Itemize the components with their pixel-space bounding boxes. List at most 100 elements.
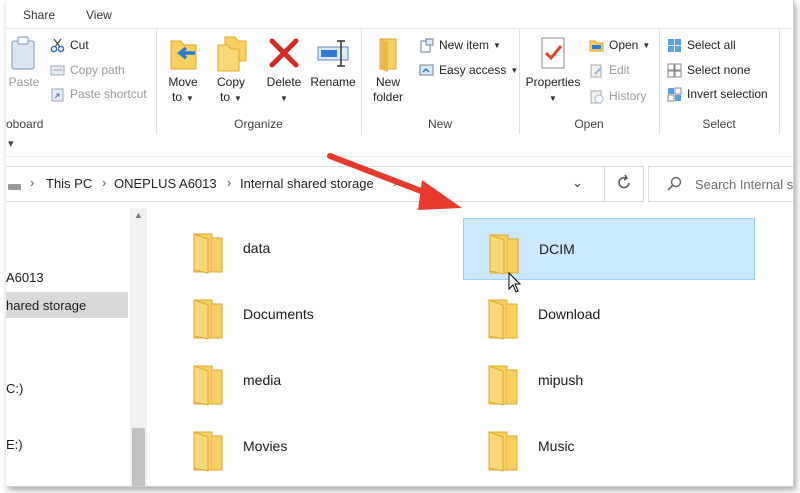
nav-item-shared-storage[interactable]: hared storage bbox=[6, 298, 86, 313]
folder-icon bbox=[190, 230, 226, 274]
folder-item[interactable]: Download bbox=[463, 284, 753, 344]
nav-scrollbar[interactable]: ▲ bbox=[130, 208, 147, 486]
search-icon bbox=[667, 176, 682, 194]
folder-name: Movies bbox=[243, 438, 288, 454]
paste-button[interactable]: Paste bbox=[6, 35, 42, 90]
nav-item-device[interactable]: A6013 bbox=[6, 270, 44, 285]
tab-view[interactable]: View bbox=[86, 8, 112, 22]
open-dropdown-icon: ▼ bbox=[642, 40, 651, 50]
rename-button[interactable]: Rename bbox=[308, 35, 358, 90]
paste-shortcut-label: Paste shortcut bbox=[70, 87, 147, 101]
copy-path-label: Copy path bbox=[70, 63, 125, 77]
move-to-button[interactable]: Move to ▼ bbox=[162, 35, 204, 106]
breadcrumb-separator-icon: › bbox=[102, 175, 107, 190]
copy-path-button[interactable]: Copy path bbox=[50, 60, 125, 80]
new-item-dropdown-icon: ▼ bbox=[493, 40, 501, 50]
copy-path-icon bbox=[50, 63, 65, 78]
scroll-thumb[interactable] bbox=[132, 428, 145, 486]
rename-label: Rename bbox=[310, 75, 356, 89]
select-none-button[interactable]: Select none bbox=[667, 60, 750, 80]
folder-item[interactable]: Movies bbox=[168, 416, 458, 476]
address-bar[interactable]: › This PC › ONEPLUS A6013 › Internal sha… bbox=[6, 166, 637, 202]
properties-button[interactable]: Properties ▼ bbox=[523, 35, 583, 106]
properties-label: Properties bbox=[525, 75, 581, 89]
breadcrumb-device[interactable]: ONEPLUS A6013 bbox=[114, 176, 217, 191]
folder-item[interactable]: data bbox=[168, 218, 458, 278]
breadcrumb-this-pc[interactable]: This PC bbox=[46, 176, 92, 191]
address-history-chevron-icon[interactable]: ⌄ bbox=[572, 175, 583, 191]
folder-icon bbox=[485, 428, 521, 472]
new-folder-label: New bbox=[375, 75, 400, 89]
rename-icon bbox=[315, 35, 351, 73]
device-icon bbox=[8, 180, 22, 194]
file-grid: data DCIM Documents Download media mipus… bbox=[148, 208, 793, 486]
new-group-label: New bbox=[427, 117, 452, 131]
folder-icon bbox=[486, 231, 522, 275]
navigation-pane bbox=[6, 208, 128, 486]
history-icon bbox=[589, 89, 604, 104]
move-to-icon bbox=[165, 35, 201, 73]
select-all-button[interactable]: Select all bbox=[667, 35, 736, 55]
new-item-button[interactable]: New item ▼ bbox=[419, 35, 501, 55]
folder-item[interactable]: mipush bbox=[463, 350, 753, 410]
ribbon: Paste Cut Copy path Paste shortcut oboar… bbox=[6, 28, 793, 135]
select-all-icon bbox=[667, 38, 682, 53]
easy-access-dropdown-icon: ▼ bbox=[510, 65, 519, 75]
quick-access-row: ▾ bbox=[6, 134, 793, 157]
history-button[interactable]: History bbox=[589, 86, 646, 106]
select-none-icon bbox=[667, 63, 682, 78]
refresh-icon bbox=[616, 174, 632, 195]
open-group: Properties ▼ Open ▼ Edit History Open bbox=[519, 29, 660, 134]
clipboard-group-label: oboard bbox=[6, 117, 44, 131]
delete-button[interactable]: Delete ▼ bbox=[262, 35, 306, 106]
folder-icon bbox=[190, 428, 226, 472]
folder-item[interactable]: Documents bbox=[168, 284, 458, 344]
easy-access-button[interactable]: Easy access ▼ bbox=[419, 60, 518, 80]
quick-access-toggle-icon[interactable]: ▾ bbox=[8, 137, 14, 150]
folder-item[interactable]: Music bbox=[463, 416, 753, 476]
edit-button[interactable]: Edit bbox=[589, 60, 630, 80]
ribbon-tabs: Share View bbox=[6, 0, 793, 28]
folder-item[interactable]: media bbox=[168, 350, 458, 410]
folder-item[interactable]: DCIM bbox=[463, 218, 755, 280]
nav-item-drive-e[interactable]: E:) bbox=[6, 437, 23, 452]
refresh-button[interactable] bbox=[604, 166, 644, 202]
search-box[interactable]: Search Internal s bbox=[648, 166, 793, 202]
paste-icon bbox=[6, 35, 42, 73]
properties-icon bbox=[535, 35, 571, 73]
select-none-label: Select none bbox=[687, 63, 751, 77]
tab-share[interactable]: Share bbox=[23, 8, 55, 22]
easy-access-label: Easy access bbox=[439, 63, 507, 77]
cut-button[interactable]: Cut bbox=[50, 35, 89, 55]
new-folder-button[interactable]: New folder bbox=[367, 35, 409, 105]
move-to-label: Move bbox=[168, 75, 198, 89]
move-to-dropdown-icon: ▼ bbox=[186, 94, 194, 103]
open-button[interactable]: Open ▼ bbox=[589, 35, 650, 55]
folder-name: Documents bbox=[243, 306, 314, 322]
folder-name: data bbox=[243, 240, 271, 256]
easy-access-icon bbox=[419, 63, 434, 78]
delete-x-icon bbox=[266, 35, 302, 73]
select-all-label: Select all bbox=[687, 38, 736, 52]
properties-dropdown-icon: ▼ bbox=[549, 94, 557, 103]
paste-shortcut-button[interactable]: Paste shortcut bbox=[50, 84, 147, 104]
nav-item-drive-c[interactable]: C:) bbox=[6, 381, 23, 396]
folder-name: Download bbox=[538, 306, 601, 322]
paste-shortcut-icon bbox=[50, 87, 65, 102]
copy-to-label: Copy bbox=[216, 75, 245, 89]
copy-to-sub: to bbox=[220, 90, 231, 104]
folder-icon bbox=[190, 362, 226, 406]
new-item-label: New item bbox=[439, 38, 490, 52]
select-group: Select all Select none Invert selection … bbox=[659, 29, 780, 134]
scroll-up-icon[interactable]: ▲ bbox=[134, 210, 143, 220]
breadcrumb-internal-storage[interactable]: Internal shared storage bbox=[240, 176, 374, 191]
breadcrumb-separator-icon: › bbox=[227, 175, 232, 190]
copy-to-button[interactable]: Copy to ▼ bbox=[210, 35, 252, 106]
invert-selection-button[interactable]: Invert selection bbox=[667, 84, 768, 104]
folder-name: DCIM bbox=[539, 241, 575, 257]
invert-selection-icon bbox=[667, 87, 682, 102]
open-group-label: Open bbox=[574, 117, 604, 131]
edit-icon bbox=[589, 63, 604, 78]
breadcrumb-separator-icon: › bbox=[30, 175, 35, 190]
clipboard-group: Paste Cut Copy path Paste shortcut oboar… bbox=[6, 29, 157, 134]
